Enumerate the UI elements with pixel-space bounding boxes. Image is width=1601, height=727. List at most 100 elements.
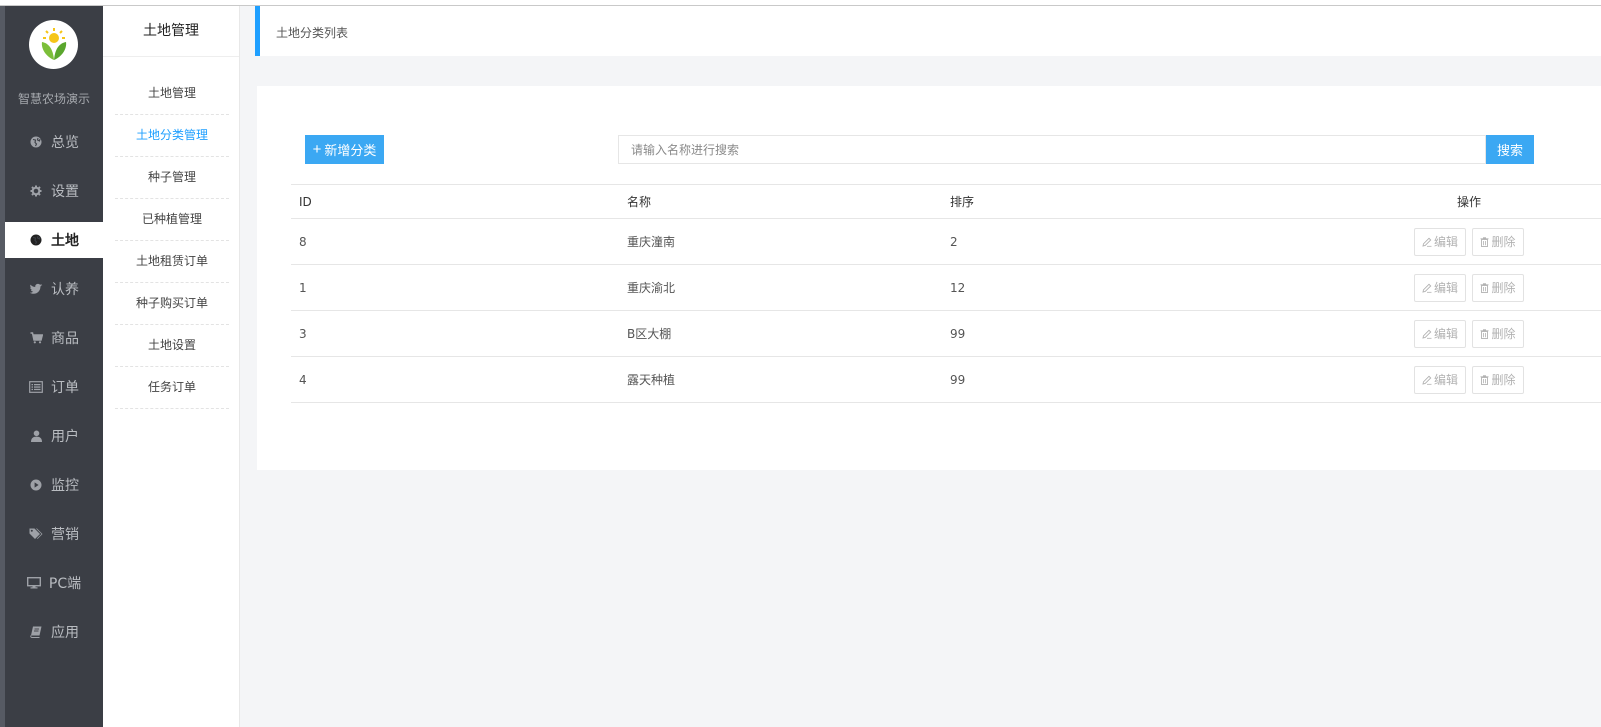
sidebar-item-3[interactable]: 认养	[5, 271, 103, 307]
cart-icon	[29, 331, 43, 345]
table-row: 8 重庆潼南 2 编辑 删除	[291, 219, 1601, 265]
plus-icon: +	[312, 141, 322, 158]
sidebar-item-label: 总览	[51, 135, 79, 151]
edit-button[interactable]: 编辑	[1414, 319, 1466, 348]
cell-sort: 99	[950, 372, 966, 387]
edit-icon	[1422, 283, 1432, 293]
delete-label: 删除	[1491, 373, 1516, 387]
page-title: 土地分类列表	[276, 26, 349, 40]
subnav-title: 土地管理	[103, 6, 239, 57]
sunflower-logo-icon[interactable]	[29, 20, 78, 69]
cell-sort: 12	[950, 280, 966, 295]
subnav-item-1[interactable]: 土地分类管理	[115, 114, 229, 157]
subnav-item-7[interactable]: 任务订单	[115, 366, 229, 409]
trash-icon	[1480, 282, 1489, 293]
sidebar-item-9[interactable]: PC端	[5, 565, 103, 601]
sidebar-item-1[interactable]: 设置	[5, 173, 103, 209]
cell-ops: 编辑 删除	[1371, 357, 1567, 402]
search-button[interactable]: 搜索	[1486, 135, 1534, 164]
delete-button[interactable]: 删除	[1472, 273, 1524, 302]
delete-button[interactable]: 删除	[1472, 227, 1524, 256]
header-name: 名称	[627, 195, 652, 209]
cell-id: 8	[299, 234, 307, 249]
subnav-item-6[interactable]: 土地设置	[115, 324, 229, 367]
subnav-item-3[interactable]: 已种植管理	[115, 198, 229, 241]
add-category-button[interactable]: + 新增分类	[305, 135, 384, 164]
edit-icon	[1422, 329, 1432, 339]
add-category-label: 新增分类	[324, 143, 377, 158]
sidebar-item-label: 认养	[51, 282, 79, 298]
list-icon	[29, 380, 43, 394]
sidebar-item-label: 订单	[51, 380, 79, 396]
cell-ops: 编辑 删除	[1371, 265, 1567, 310]
cell-id: 4	[299, 372, 307, 387]
cell-ops: 编辑 删除	[1371, 219, 1567, 264]
sidebar-item-0[interactable]: 总览	[5, 124, 103, 160]
monitor-icon	[26, 576, 41, 590]
delete-label: 删除	[1491, 235, 1516, 249]
delete-button[interactable]: 删除	[1472, 365, 1524, 394]
tags-icon	[29, 527, 43, 541]
globe-icon	[29, 233, 43, 247]
edit-label: 编辑	[1433, 281, 1458, 295]
subnav-item-0[interactable]: 土地管理	[115, 72, 229, 115]
header-ops: 操作	[1456, 195, 1481, 209]
sub-navigation: 土地管理 土地管理 土地分类管理 种子管理 已种植管理 土地租赁订单 种子购买订单 土地设置…	[103, 6, 240, 727]
header-id: ID	[299, 194, 312, 209]
edit-label: 编辑	[1433, 373, 1458, 387]
cell-name: 重庆渝北	[627, 281, 676, 295]
edit-button[interactable]: 编辑	[1414, 227, 1466, 256]
cell-name: B区大棚	[627, 327, 672, 341]
sidebar-item-label: 土地	[51, 233, 79, 249]
brand-name: 智慧农场演示	[17, 92, 90, 106]
edit-button[interactable]: 编辑	[1414, 273, 1466, 302]
cell-sort: 99	[950, 326, 966, 341]
trash-icon	[1480, 236, 1489, 247]
trash-icon	[1480, 374, 1489, 385]
play-circle-icon	[29, 478, 43, 492]
sidebar-item-4[interactable]: 商品	[5, 320, 103, 356]
cell-ops: 编辑 删除	[1371, 311, 1567, 356]
subnav-item-4[interactable]: 土地租赁订单	[115, 240, 229, 283]
subnav-item-2[interactable]: 种子管理	[115, 156, 229, 199]
sidebar-item-label: 营销	[51, 527, 79, 543]
cell-id: 1	[299, 280, 307, 295]
sidebar-item-label: 应用	[51, 625, 79, 641]
gear-icon	[29, 184, 43, 198]
cell-id: 3	[299, 326, 307, 341]
search-input[interactable]	[618, 135, 1486, 164]
delete-button[interactable]: 删除	[1472, 319, 1524, 348]
breadcrumb: 土地分类列表	[255, 6, 1601, 56]
sidebar-item-8[interactable]: 营销	[5, 516, 103, 552]
trash-icon	[1480, 328, 1489, 339]
table-row: 3 B区大棚 99 编辑 删除	[291, 311, 1601, 357]
book-icon	[29, 625, 43, 639]
content-panel: + 新增分类 搜索 ID 名称 排序 操作 8重庆潼南2编辑删除1重庆渝北12编…	[257, 86, 1601, 470]
sidebar-item-2[interactable]: 土地	[5, 222, 103, 258]
sidebar-item-5[interactable]: 订单	[5, 369, 103, 405]
edit-icon	[1422, 375, 1432, 385]
category-table: ID 名称 排序 操作 8 重庆潼南 2 编辑 删除 1 重庆渝北 12 编辑 删除 3 B区大棚 99…	[291, 184, 1601, 403]
bird-icon	[29, 282, 43, 296]
user-icon	[29, 429, 43, 443]
sidebar-item-label: 用户	[51, 429, 79, 445]
subnav-item-5[interactable]: 种子购买订单	[115, 282, 229, 325]
cell-sort: 2	[950, 234, 958, 249]
table-row: 1 重庆渝北 12 编辑 删除	[291, 265, 1601, 311]
table-header: ID 名称 排序 操作	[291, 184, 1601, 219]
delete-label: 删除	[1491, 327, 1516, 341]
header-sort: 排序	[950, 195, 975, 209]
table-row: 4 露天种植 99 编辑 删除	[291, 357, 1601, 403]
cell-name: 重庆潼南	[627, 235, 676, 249]
sidebar-item-7[interactable]: 监控	[5, 467, 103, 503]
sidebar-item-10[interactable]: 应用	[5, 614, 103, 650]
edit-label: 编辑	[1433, 235, 1458, 249]
edit-button[interactable]: 编辑	[1414, 365, 1466, 394]
sidebar-item-label: 商品	[51, 331, 79, 347]
delete-label: 删除	[1491, 281, 1516, 295]
sidebar-item-label: 设置	[51, 184, 79, 200]
globe-icon	[29, 135, 43, 149]
edit-label: 编辑	[1433, 327, 1458, 341]
sidebar-item-6[interactable]: 用户	[5, 418, 103, 454]
sidebar-item-label: PC端	[48, 576, 82, 592]
